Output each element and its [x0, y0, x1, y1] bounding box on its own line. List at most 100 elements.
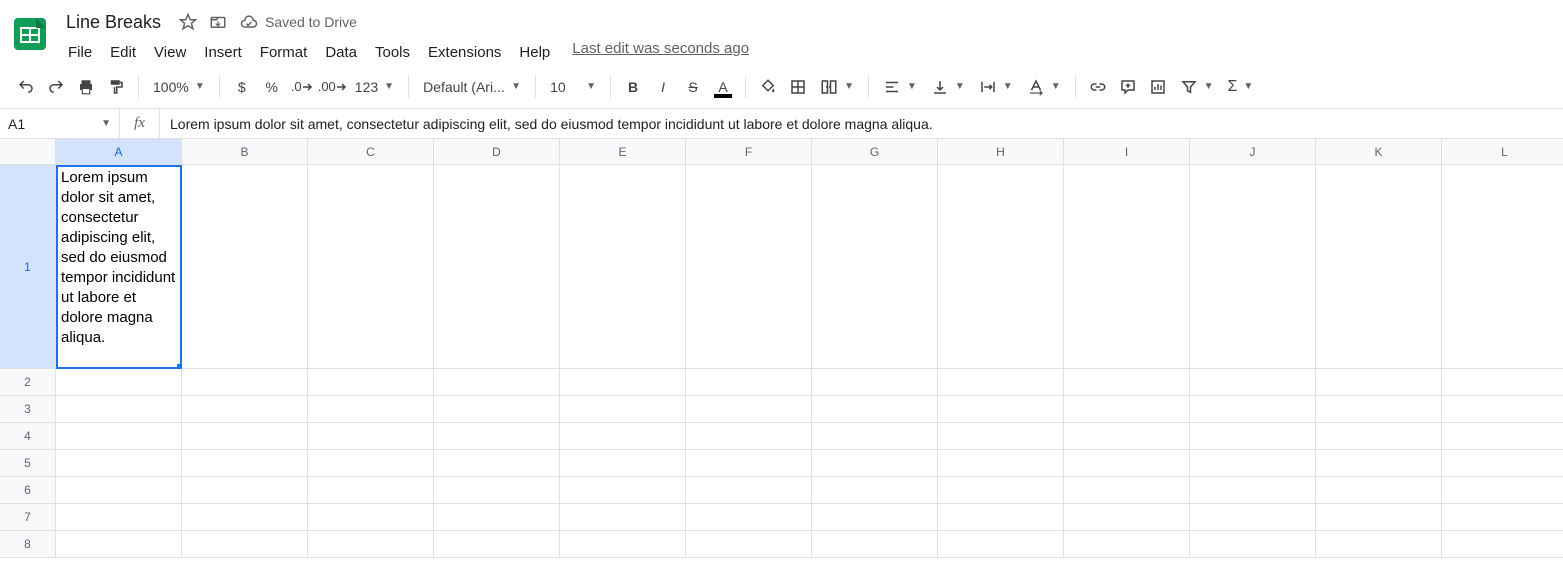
menu-view[interactable]: View — [146, 40, 194, 65]
cell[interactable] — [938, 477, 1064, 504]
horizontal-align-button[interactable]: ▼ — [877, 73, 923, 101]
cell[interactable] — [434, 396, 560, 423]
menu-data[interactable]: Data — [317, 40, 365, 65]
cell[interactable] — [56, 369, 182, 396]
cell-e1[interactable] — [560, 165, 686, 369]
text-wrap-button[interactable]: ▼ — [973, 73, 1019, 101]
cell-h1[interactable] — [938, 165, 1064, 369]
filter-button[interactable]: ▼ — [1174, 73, 1220, 101]
column-header-j[interactable]: J — [1190, 139, 1316, 165]
row-header-7[interactable]: 7 — [0, 504, 56, 531]
cell[interactable] — [182, 450, 308, 477]
cell[interactable] — [1064, 531, 1190, 558]
document-title[interactable]: Line Breaks — [60, 10, 167, 35]
merge-cells-button[interactable]: ▼ — [814, 73, 860, 101]
row-header-5[interactable]: 5 — [0, 450, 56, 477]
fill-color-button[interactable] — [754, 73, 782, 101]
menu-insert[interactable]: Insert — [196, 40, 250, 65]
cell[interactable] — [1442, 369, 1563, 396]
cell[interactable] — [1064, 369, 1190, 396]
cell[interactable] — [308, 423, 434, 450]
cell[interactable] — [1064, 450, 1190, 477]
cell[interactable] — [938, 504, 1064, 531]
column-header-d[interactable]: D — [434, 139, 560, 165]
cell[interactable] — [686, 396, 812, 423]
cell[interactable] — [686, 477, 812, 504]
column-header-b[interactable]: B — [182, 139, 308, 165]
column-header-e[interactable]: E — [560, 139, 686, 165]
move-icon[interactable] — [209, 13, 227, 31]
column-header-h[interactable]: H — [938, 139, 1064, 165]
row-header-2[interactable]: 2 — [0, 369, 56, 396]
column-header-i[interactable]: I — [1064, 139, 1190, 165]
insert-link-button[interactable] — [1084, 73, 1112, 101]
cell-f1[interactable] — [686, 165, 812, 369]
row-header-6[interactable]: 6 — [0, 477, 56, 504]
cell[interactable] — [1064, 396, 1190, 423]
cell[interactable] — [812, 450, 938, 477]
cell[interactable] — [182, 396, 308, 423]
cell[interactable] — [1190, 450, 1316, 477]
paint-format-button[interactable] — [102, 73, 130, 101]
cell[interactable] — [560, 369, 686, 396]
cell[interactable] — [812, 504, 938, 531]
cell[interactable] — [1190, 531, 1316, 558]
cell-k1[interactable] — [1316, 165, 1442, 369]
cell[interactable] — [1316, 369, 1442, 396]
cell[interactable] — [1064, 423, 1190, 450]
cell[interactable] — [308, 396, 434, 423]
text-color-button[interactable]: A — [709, 73, 737, 101]
row-header-4[interactable]: 4 — [0, 423, 56, 450]
menu-tools[interactable]: Tools — [367, 40, 418, 65]
cell[interactable] — [434, 504, 560, 531]
menu-edit[interactable]: Edit — [102, 40, 144, 65]
last-edit-link[interactable]: Last edit was seconds ago — [572, 40, 749, 65]
cell[interactable] — [938, 369, 1064, 396]
cell[interactable] — [56, 450, 182, 477]
cell[interactable] — [686, 504, 812, 531]
cell[interactable] — [1316, 531, 1442, 558]
menu-file[interactable]: File — [60, 40, 100, 65]
cell[interactable] — [182, 423, 308, 450]
cell[interactable] — [56, 423, 182, 450]
cell[interactable] — [434, 423, 560, 450]
cell[interactable] — [686, 423, 812, 450]
bold-button[interactable]: B — [619, 73, 647, 101]
cell[interactable] — [938, 396, 1064, 423]
cell[interactable] — [434, 450, 560, 477]
cell[interactable] — [434, 369, 560, 396]
cell[interactable] — [1190, 423, 1316, 450]
cell[interactable] — [434, 531, 560, 558]
cell[interactable] — [812, 423, 938, 450]
cell-l1[interactable] — [1442, 165, 1563, 369]
cell[interactable] — [812, 369, 938, 396]
cell-d1[interactable] — [434, 165, 560, 369]
strikethrough-button[interactable]: S — [679, 73, 707, 101]
increase-decimal-button[interactable]: .00 — [318, 73, 347, 101]
cell-i1[interactable] — [1064, 165, 1190, 369]
cell[interactable] — [56, 531, 182, 558]
cell[interactable] — [812, 477, 938, 504]
cell[interactable] — [56, 477, 182, 504]
cell[interactable] — [308, 531, 434, 558]
cell-j1[interactable] — [1190, 165, 1316, 369]
cell[interactable] — [182, 369, 308, 396]
text-rotation-button[interactable]: ▼ — [1021, 73, 1067, 101]
cell[interactable] — [560, 396, 686, 423]
cell[interactable] — [1442, 396, 1563, 423]
cell[interactable] — [1316, 450, 1442, 477]
cell[interactable] — [560, 423, 686, 450]
cell[interactable] — [56, 396, 182, 423]
cell[interactable] — [1316, 477, 1442, 504]
cell[interactable] — [560, 450, 686, 477]
column-header-a[interactable]: A — [56, 139, 182, 165]
cell[interactable] — [1442, 423, 1563, 450]
cell[interactable] — [560, 477, 686, 504]
cell[interactable] — [182, 477, 308, 504]
column-header-l[interactable]: L — [1442, 139, 1563, 165]
cell[interactable] — [1442, 504, 1563, 531]
cell[interactable] — [308, 504, 434, 531]
decrease-decimal-button[interactable]: .0 — [288, 73, 316, 101]
insert-chart-button[interactable] — [1144, 73, 1172, 101]
cell[interactable] — [686, 531, 812, 558]
